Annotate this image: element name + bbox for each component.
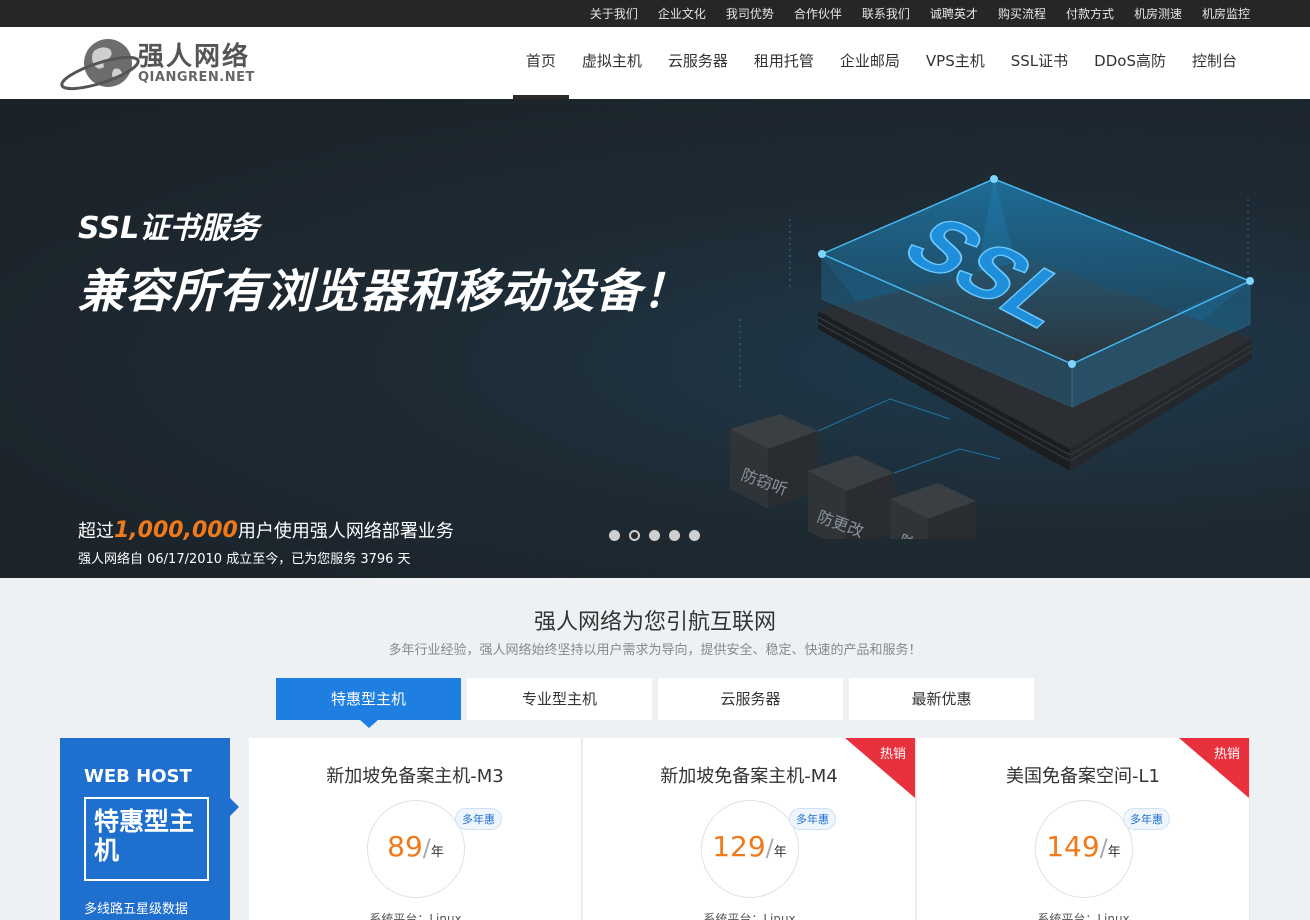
nav-vps[interactable]: VPS主机 [913, 27, 998, 99]
side-card-cn-title: 特惠型主机 [84, 797, 209, 881]
hot-ribbon: 热销 [1179, 738, 1249, 798]
hot-ribbon: 热销 [845, 738, 915, 798]
multi-year-badge: 多年惠 [1123, 808, 1170, 830]
main-nav: 首页 虚拟主机 云服务器 租用托管 企业邮局 VPS主机 SSL证书 DDoS高… [512, 27, 1250, 99]
logo-english-name: QIANGREN.NET [138, 70, 255, 85]
top-link-about[interactable]: 关于我们 [590, 5, 638, 22]
product-card[interactable]: 新加坡免备案主机-M3 多年惠 89/年 系统平台：Linux [249, 738, 582, 920]
carousel-dot-5[interactable] [689, 530, 700, 541]
site-logo[interactable]: 强人网络 QIANGREN.NET [60, 33, 270, 93]
hero-user-stat: 超过1,000,000用户使用强人网络部署业务 [78, 517, 454, 543]
hero-subtitle: SSL证书服务 [78, 211, 260, 246]
top-link-speedtest[interactable]: 机房测速 [1134, 5, 1182, 22]
price-separator: / [765, 834, 774, 862]
multi-year-badge: 多年惠 [789, 808, 836, 830]
top-utility-bar: 关于我们 企业文化 我司优势 合作伙伴 联系我们 诚聘英才 购买流程 付款方式 … [0, 0, 1310, 27]
hero-since-text: 强人网络自 06/17/2010 成立至今，已为您服务 3796 天 [78, 552, 411, 567]
product-platform: 系统平台：Linux [1037, 912, 1130, 920]
nav-enterprise-mail[interactable]: 企业邮局 [827, 27, 913, 99]
tab-discount-host[interactable]: 特惠型主机 [276, 678, 461, 728]
top-link-payment[interactable]: 付款方式 [1066, 5, 1114, 22]
top-link-monitor[interactable]: 机房监控 [1202, 5, 1250, 22]
nav-console[interactable]: 控制台 [1179, 27, 1250, 99]
multi-year-badge: 多年惠 [455, 808, 502, 830]
carousel-dot-4[interactable] [669, 530, 680, 541]
price-separator: / [422, 834, 431, 862]
top-link-culture[interactable]: 企业文化 [658, 5, 706, 22]
product-name: 新加坡免备案主机-M3 [326, 766, 504, 787]
product-price: 89/年 [249, 830, 581, 863]
nav-home[interactable]: 首页 [512, 27, 569, 99]
price-unit: 年 [430, 845, 444, 860]
globe-logo-icon [60, 39, 140, 91]
product-platform: 系统平台：Linux [703, 912, 796, 920]
hot-ribbon-label: 热销 [1214, 747, 1240, 762]
top-link-purchase-flow[interactable]: 购买流程 [998, 5, 1046, 22]
stat-number: 1,000,000 [114, 518, 238, 543]
category-side-card: WEB HOST 特惠型主机 多线路五星级数据 [60, 738, 239, 920]
hot-ribbon-label: 热销 [880, 747, 906, 762]
side-card-en-title: WEB HOST [84, 766, 192, 787]
nav-hosting-colocation[interactable]: 租用托管 [741, 27, 827, 99]
top-link-careers[interactable]: 诚聘英才 [930, 5, 978, 22]
site-header: 强人网络 QIANGREN.NET 首页 虚拟主机 云服务器 租用托管 企业邮局… [0, 27, 1310, 99]
stat-suffix: 用户使用强人网络部署业务 [237, 521, 454, 542]
ssl-illustration: SSL 防窃听 防更改 防冒充 [730, 175, 1254, 539]
price-value: 149 [1046, 830, 1100, 863]
stat-prefix: 超过 [78, 521, 114, 542]
section-title: 强人网络为您引航互联网 [533, 610, 776, 635]
price-value: 89 [387, 830, 423, 863]
nav-ddos[interactable]: DDoS高防 [1081, 27, 1179, 99]
price-unit: 年 [1107, 845, 1121, 860]
carousel-dot-2[interactable] [629, 530, 640, 541]
price-separator: / [1099, 834, 1108, 862]
product-card[interactable]: 美国免备案空间-L1 热销 多年惠 149/年 系统平台：Linux [917, 738, 1250, 920]
nav-virtual-host[interactable]: 虚拟主机 [569, 27, 655, 99]
nav-cloud-server[interactable]: 云服务器 [655, 27, 741, 99]
logo-chinese-name: 强人网络 [138, 42, 251, 72]
hero-banner[interactable]: SSL证书服务 兼容所有浏览器和移动设备！ SSL 防窃听 防更改 超过1,00… [0, 99, 1310, 578]
side-card-description: 多线路五星级数据 [84, 902, 189, 917]
section-description: 多年行业经验，强人网络始终坚持以用户需求为导向，提供安全、稳定、快速的产品和服务… [388, 643, 922, 658]
price-value: 129 [712, 830, 766, 863]
price-unit: 年 [773, 845, 787, 860]
tab-pro-host[interactable]: 专业型主机 [467, 678, 652, 720]
carousel-dot-1[interactable] [609, 530, 620, 541]
top-link-partners[interactable]: 合作伙伴 [794, 5, 842, 22]
product-price: 149/年 [917, 830, 1249, 863]
hero-title: 兼容所有浏览器和移动设备！ [78, 264, 689, 318]
product-platform: 系统平台：Linux [369, 912, 462, 920]
nav-ssl[interactable]: SSL证书 [998, 27, 1081, 99]
tab-cloud-server[interactable]: 云服务器 [658, 678, 843, 720]
top-link-advantages[interactable]: 我司优势 [726, 5, 774, 22]
product-card[interactable]: 新加坡免备案主机-M4 热销 多年惠 129/年 系统平台：Linux [583, 738, 916, 920]
tab-latest-deals[interactable]: 最新优惠 [849, 678, 1034, 720]
top-link-contact[interactable]: 联系我们 [862, 5, 910, 22]
product-price: 129/年 [583, 830, 915, 863]
carousel-dot-3[interactable] [649, 530, 660, 541]
carousel-dots [609, 530, 709, 541]
product-tabs: 特惠型主机 专业型主机 云服务器 最新优惠 [276, 678, 1040, 728]
